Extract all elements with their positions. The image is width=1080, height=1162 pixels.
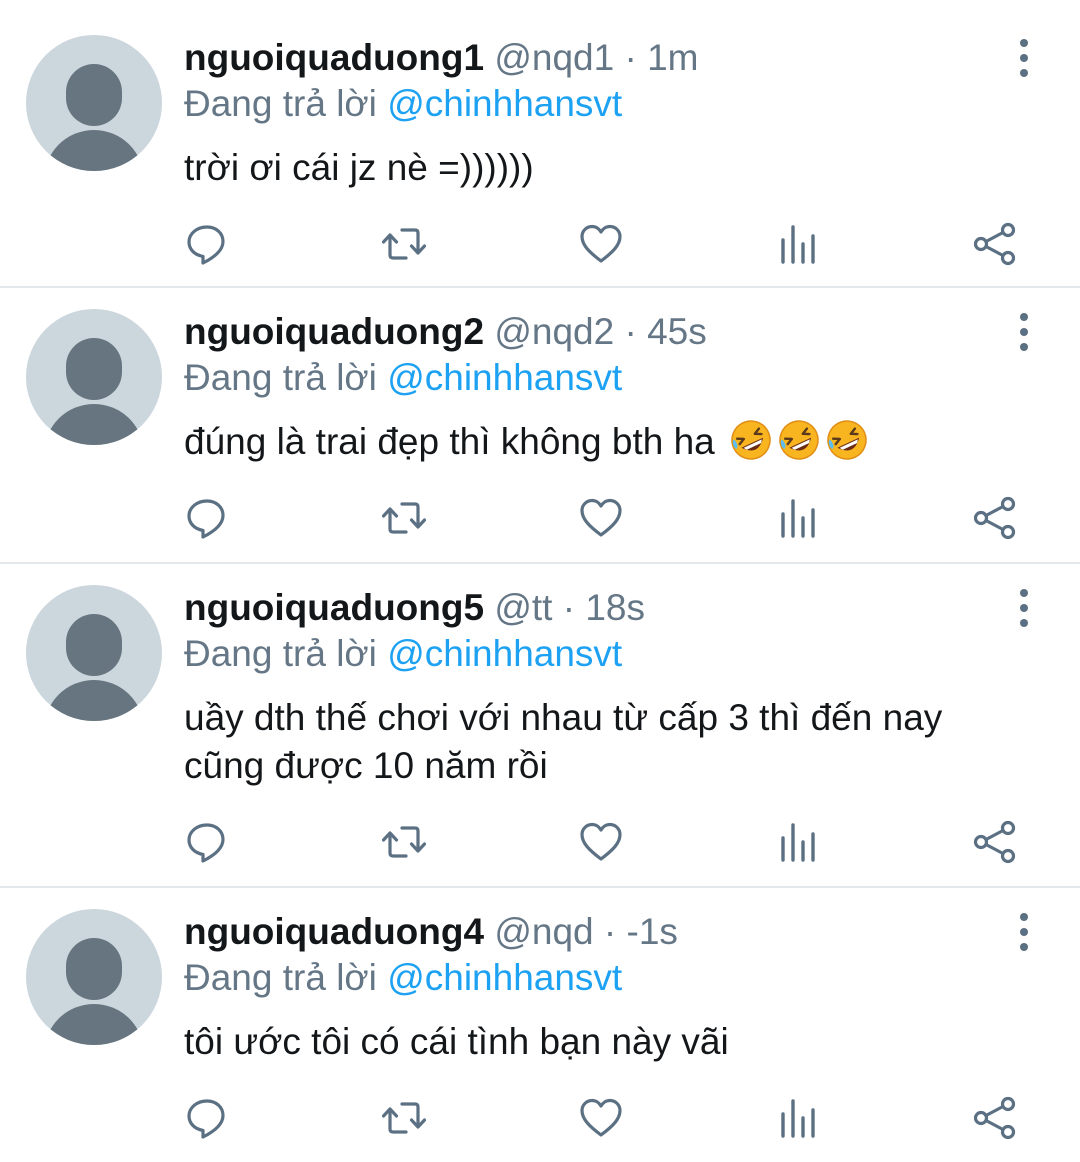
- display-name[interactable]: nguoiquaduong2: [184, 311, 484, 352]
- mention-link[interactable]: @chinhhansvt: [387, 957, 622, 998]
- tweet-text-line: cũng được 10 năm rồi: [184, 745, 548, 786]
- share-icon[interactable]: [973, 222, 1017, 266]
- reply-tweet[interactable]: nguoiquaduong5 @tt · 18s Đang trả lời @c…: [0, 564, 1080, 888]
- reply-icon[interactable]: [185, 496, 229, 540]
- tweet-text: tôi ước tôi có cái tình bạn này vãi: [184, 1021, 729, 1062]
- display-name[interactable]: nguoiquaduong5: [184, 587, 484, 628]
- replying-to-label: Đang trả lời: [184, 957, 377, 998]
- action-bar: [0, 820, 1080, 864]
- tweet-header: nguoiquaduong5 @tt · 18s: [184, 586, 645, 630]
- reply-icon[interactable]: [185, 820, 229, 864]
- analytics-icon[interactable]: [776, 820, 820, 864]
- like-heart-icon[interactable]: [579, 820, 623, 864]
- analytics-icon[interactable]: [776, 1096, 820, 1140]
- rofl-emoji-icon: [825, 418, 869, 462]
- separator-dot: ·: [624, 311, 637, 352]
- more-vertical-icon[interactable]: [1008, 586, 1040, 630]
- tweet-text: trời ơi cái jz nè =)))))): [184, 147, 534, 188]
- like-heart-icon[interactable]: [579, 1096, 623, 1140]
- action-bar: [0, 1096, 1080, 1140]
- display-name[interactable]: nguoiquaduong4: [184, 911, 484, 952]
- reply-tweet[interactable]: nguoiquaduong2 @nqd2 · 45s Đang trả lời …: [0, 288, 1080, 564]
- tweet-header: nguoiquaduong2 @nqd2 · 45s: [184, 310, 707, 354]
- user-handle: @nqd2: [494, 311, 615, 352]
- replying-to: Đang trả lời @chinhhansvt: [184, 355, 622, 401]
- action-bar: [0, 496, 1080, 540]
- replying-to-label: Đang trả lời: [184, 633, 377, 674]
- replying-to: Đang trả lời @chinhhansvt: [184, 631, 622, 677]
- retweet-icon[interactable]: [382, 1096, 426, 1140]
- tweet-text: đúng là trai đẹp thì không bth ha: [184, 421, 715, 462]
- reply-icon[interactable]: [185, 222, 229, 266]
- tweet-text: uầy dth thế chơi với nhau từ cấp 3 thì đ…: [184, 694, 1044, 790]
- retweet-icon[interactable]: [382, 222, 426, 266]
- separator-dot: ·: [603, 911, 617, 952]
- replying-to-label: Đang trả lời: [184, 357, 377, 398]
- user-handle: @tt: [494, 587, 553, 628]
- tweet-text-wrap: đúng là trai đẹp thì không bth ha: [184, 418, 1044, 466]
- avatar-placeholder-icon[interactable]: [26, 309, 162, 445]
- action-bar: [0, 222, 1080, 266]
- analytics-icon[interactable]: [776, 222, 820, 266]
- more-vertical-icon[interactable]: [1008, 910, 1040, 954]
- emoji-group: [725, 421, 869, 462]
- timestamp: 45s: [647, 311, 707, 352]
- reply-tweet[interactable]: nguoiquaduong1 @nqd1 · 1m Đang trả lời @…: [0, 0, 1080, 288]
- mention-link[interactable]: @chinhhansvt: [387, 633, 622, 674]
- user-handle: @nqd: [494, 911, 594, 952]
- avatar-placeholder-icon[interactable]: [26, 585, 162, 721]
- share-icon[interactable]: [973, 1096, 1017, 1140]
- reply-icon[interactable]: [185, 1096, 229, 1140]
- share-icon[interactable]: [973, 496, 1017, 540]
- more-vertical-icon[interactable]: [1008, 36, 1040, 80]
- avatar-placeholder-icon[interactable]: [26, 35, 162, 171]
- tweet-header: nguoiquaduong4 @nqd · -1s: [184, 910, 678, 954]
- replying-to: Đang trả lời @chinhhansvt: [184, 81, 622, 127]
- more-vertical-icon[interactable]: [1008, 310, 1040, 354]
- mention-link[interactable]: @chinhhansvt: [387, 357, 622, 398]
- analytics-icon[interactable]: [776, 496, 820, 540]
- display-name[interactable]: nguoiquaduong1: [184, 37, 484, 78]
- retweet-icon[interactable]: [382, 496, 426, 540]
- like-heart-icon[interactable]: [579, 496, 623, 540]
- rofl-emoji-icon: [729, 418, 773, 462]
- retweet-icon[interactable]: [382, 820, 426, 864]
- timestamp: -1s: [626, 911, 678, 952]
- rofl-emoji-icon: [777, 418, 821, 462]
- timestamp: 18s: [585, 587, 645, 628]
- user-handle: @nqd1: [494, 37, 615, 78]
- tweet-text-line: uầy dth thế chơi với nhau từ cấp 3 thì đ…: [184, 697, 943, 738]
- replying-to: Đang trả lời @chinhhansvt: [184, 955, 622, 1001]
- mention-link[interactable]: @chinhhansvt: [387, 83, 622, 124]
- share-icon[interactable]: [973, 820, 1017, 864]
- like-heart-icon[interactable]: [579, 222, 623, 266]
- timestamp: 1m: [647, 37, 699, 78]
- reply-tweet[interactable]: nguoiquaduong4 @nqd · -1s Đang trả lời @…: [0, 888, 1080, 1162]
- avatar-placeholder-icon[interactable]: [26, 909, 162, 1045]
- tweet-header: nguoiquaduong1 @nqd1 · 1m: [184, 36, 699, 80]
- replying-to-label: Đang trả lời: [184, 83, 377, 124]
- reply-feed: nguoiquaduong1 @nqd1 · 1m Đang trả lời @…: [0, 0, 1080, 1162]
- separator-dot: ·: [624, 37, 637, 78]
- separator-dot: ·: [562, 587, 576, 628]
